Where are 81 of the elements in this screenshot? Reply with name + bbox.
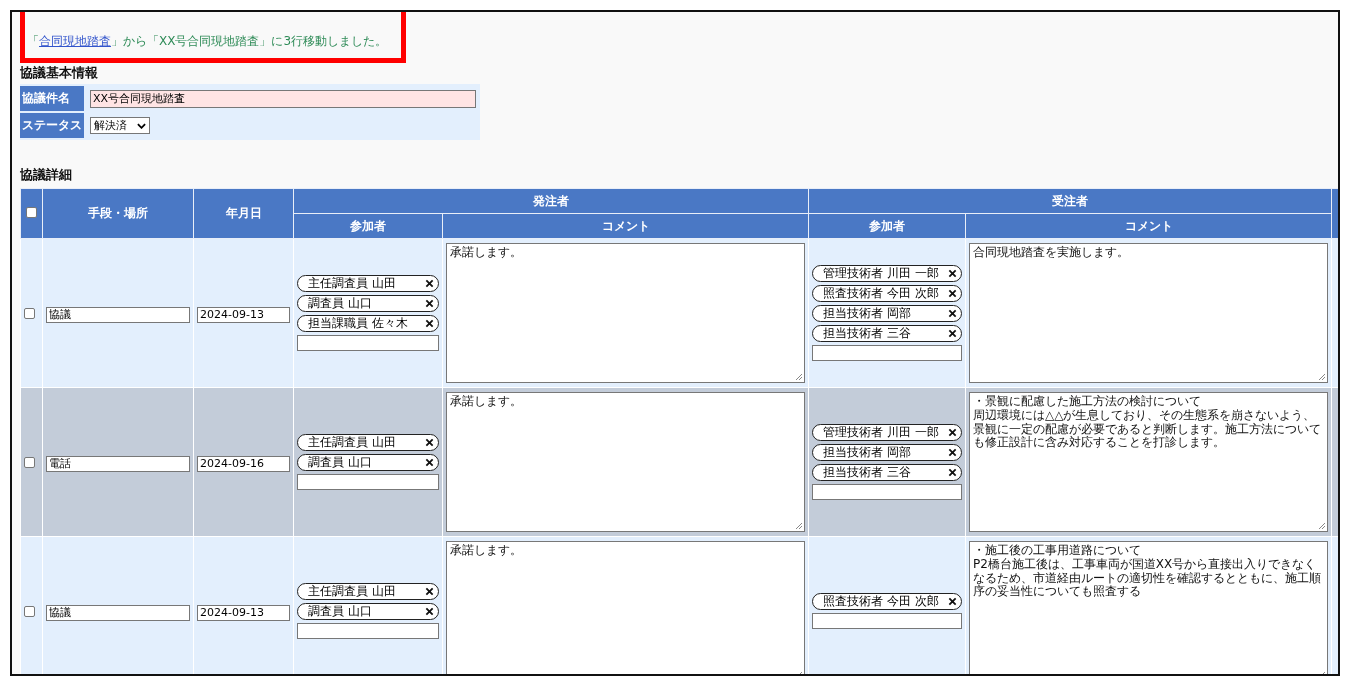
row-checkbox[interactable] xyxy=(24,456,35,468)
resize-grip-icon[interactable] xyxy=(795,373,803,381)
row-checkbox[interactable] xyxy=(24,605,35,617)
column-header: 参加者 xyxy=(869,218,905,233)
close-icon[interactable] xyxy=(425,279,434,288)
comment-text: 承諾します。 xyxy=(450,544,523,558)
close-icon[interactable] xyxy=(948,428,957,437)
comment-field[interactable]: 承諾します。 xyxy=(446,392,805,532)
column-header: 発注者 xyxy=(533,193,569,208)
comment-field[interactable]: ・景観に配慮した施工方法の検討について 周辺環境には△△が生息しており、その生態系を崩さないよう、景観に一定の配慮が必要であると判断します。施工方法についても修正設計に含み対応することを打診します。 xyxy=(969,392,1328,532)
method-field[interactable]: 協議 xyxy=(46,604,190,621)
column-header: コメント xyxy=(601,218,650,233)
column-header: コメント xyxy=(1124,218,1173,233)
comment-text: 周辺環境には△△が生息しており、その生態系を崩さないよう、景観に一定の配慮が必要であると判断します。施工方法についても修正設計に含み対応することを打診します。 xyxy=(973,408,1322,451)
comment-text: ・景観に配慮した施工方法の検討について xyxy=(973,395,1202,409)
section-title: 協議基本情報 xyxy=(20,64,99,82)
close-icon[interactable] xyxy=(948,448,957,457)
participant-name: 主任調査員 山田 xyxy=(308,583,396,600)
comment-text: 承諾します。 xyxy=(450,246,523,260)
participant-name: 担当技術者 三谷 xyxy=(823,464,911,481)
comment-field[interactable]: ・施工後の工事用道路について P2橋台施工後は、工事車両が国道XX号から直接出入りできなくなるため、市道経由ルートの適切性を確認するとともに、施工順序の妥当性についても照査する xyxy=(969,541,1328,674)
resize-grip-icon[interactable] xyxy=(1318,373,1326,381)
source-link[interactable]: 合同現地踏査 xyxy=(39,34,111,48)
column-header: 年月日 xyxy=(225,206,262,220)
column-header: 参加者 xyxy=(350,218,386,233)
close-icon[interactable] xyxy=(425,438,434,447)
participant-name: 担当技術者 岡部 xyxy=(823,444,911,461)
participant-name: 照査技術者 今田 次郎 xyxy=(823,593,939,610)
comment-field[interactable]: 承諾します。 xyxy=(446,541,805,674)
participant-name: 調査員 山口 xyxy=(308,295,372,312)
move-message: 「合同現地踏査」から「XX号合同現地踏査」に3行移動しました。 xyxy=(27,34,388,48)
close-icon[interactable] xyxy=(948,289,957,298)
close-icon[interactable] xyxy=(425,607,434,616)
chevron-down-icon xyxy=(137,122,146,129)
close-icon[interactable] xyxy=(948,468,957,477)
subject-field[interactable]: XX号合同現地踏査 xyxy=(90,89,476,108)
comment-text: P2橋台施工後は、工事車両が国道XX号から直接出入りできなくなるため、市道経由ルートの適切性を確認するとともに、施工順序の妥当性についても照査する xyxy=(973,557,1322,600)
method-field[interactable]: 協議 xyxy=(46,306,190,323)
participant-input[interactable] xyxy=(812,613,962,629)
select-all-checkbox[interactable] xyxy=(26,206,37,218)
participant-name: 調査員 山口 xyxy=(308,454,372,471)
participant-input[interactable] xyxy=(297,335,439,351)
comment-field[interactable]: 承諾します。 xyxy=(446,243,805,383)
participant-name: 担当技術者 岡部 xyxy=(823,305,911,322)
method-field[interactable]: 電話 xyxy=(46,455,190,472)
date-field[interactable]: 2024-09-13 xyxy=(197,604,290,621)
close-icon[interactable] xyxy=(425,587,434,596)
resize-grip-icon[interactable] xyxy=(795,522,803,530)
participant-name: 担当課職員 佐々木 xyxy=(308,315,408,332)
close-icon[interactable] xyxy=(948,597,957,606)
close-icon[interactable] xyxy=(425,458,434,467)
participant-name: 担当技術者 三谷 xyxy=(823,325,911,342)
comment-text: ・施工後の工事用道路について xyxy=(973,544,1142,558)
resize-grip-icon[interactable] xyxy=(1318,522,1326,530)
close-icon[interactable] xyxy=(425,319,434,328)
comment-text: 承諾します。 xyxy=(450,395,523,409)
column-header: 受注者 xyxy=(1052,193,1088,208)
participant-name: 主任調査員 山田 xyxy=(308,275,396,292)
field-label: 協議件名 xyxy=(20,86,84,111)
participant-input[interactable] xyxy=(812,484,962,500)
participant-name: 管理技術者 川田 一郎 xyxy=(823,424,939,441)
date-field[interactable]: 2024-09-13 xyxy=(197,306,290,323)
date-field[interactable]: 2024-09-16 xyxy=(197,455,290,472)
comment-text: 合同現地踏査を実施します。 xyxy=(973,246,1130,260)
field-label: ステータス xyxy=(20,113,84,138)
participant-name: 管理技術者 川田 一郎 xyxy=(823,265,939,282)
close-icon[interactable] xyxy=(948,269,957,278)
participant-input[interactable] xyxy=(297,474,439,490)
participant-input[interactable] xyxy=(812,345,962,361)
close-icon[interactable] xyxy=(948,309,957,318)
comment-field[interactable]: 合同現地踏査を実施します。 xyxy=(969,243,1328,383)
participant-name: 主任調査員 山田 xyxy=(308,434,396,451)
section-title: 協議詳細 xyxy=(20,166,73,184)
participant-input[interactable] xyxy=(297,623,439,639)
close-icon[interactable] xyxy=(425,299,434,308)
participant-name: 照査技術者 今田 次郎 xyxy=(823,285,939,302)
row-checkbox[interactable] xyxy=(24,307,35,319)
participant-name: 調査員 山口 xyxy=(308,603,372,620)
status-select[interactable]: 解決済 xyxy=(90,117,150,134)
column-header: 手段・場所 xyxy=(88,206,148,220)
close-icon[interactable] xyxy=(948,329,957,338)
